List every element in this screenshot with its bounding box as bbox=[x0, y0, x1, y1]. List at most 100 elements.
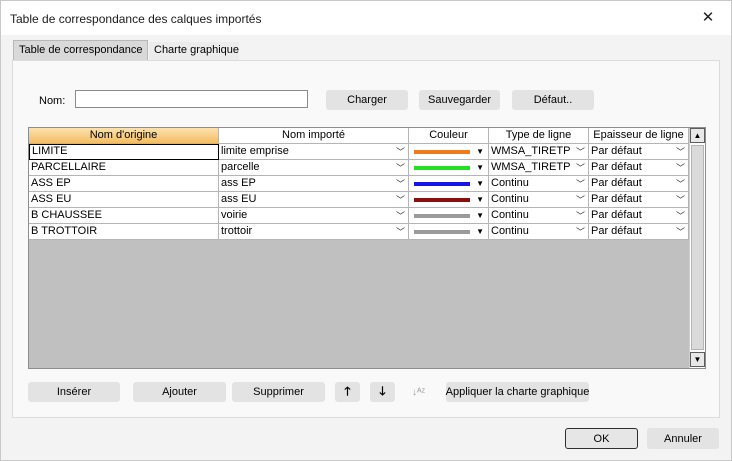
ok-button[interactable]: OK bbox=[565, 428, 638, 449]
thickness-select[interactable]: Par défaut ﹀ bbox=[589, 208, 689, 224]
color-swatch bbox=[414, 150, 470, 154]
linetype-select[interactable]: Continu ﹀ bbox=[489, 208, 589, 224]
apply-charter-button[interactable]: Appliquer la charte graphique bbox=[446, 382, 589, 402]
thickness-text: Par défaut bbox=[591, 193, 642, 205]
name-label: Nom: bbox=[39, 95, 66, 107]
linetype-select[interactable]: WMSA_TIRETP ﹀ bbox=[489, 160, 589, 176]
color-swatch bbox=[414, 198, 470, 202]
color-picker[interactable]: ▼ bbox=[409, 224, 489, 240]
color-swatch bbox=[414, 214, 470, 218]
tab-graphic-charter[interactable]: Charte graphique bbox=[149, 42, 239, 60]
thickness-select[interactable]: Par défaut ﹀ bbox=[589, 144, 689, 160]
imported-name-select[interactable]: ass EU ﹀ bbox=[219, 192, 409, 208]
chevron-down-icon: ﹀ bbox=[395, 211, 405, 221]
thickness-select[interactable]: Par défaut ﹀ bbox=[589, 192, 689, 208]
window-title: Table de correspondance des calques impo… bbox=[10, 12, 262, 26]
imported-name-text: parcelle bbox=[221, 161, 260, 173]
imported-name-text: ass EP bbox=[221, 177, 256, 189]
default-button[interactable]: Défaut.. bbox=[512, 90, 594, 110]
vertical-scrollbar[interactable]: ▲ ▼ bbox=[689, 128, 705, 368]
linetype-text: Continu bbox=[491, 209, 529, 221]
imported-name-select[interactable]: limite emprise ﹀ bbox=[219, 144, 409, 160]
table-row: ASS EU ass EU ﹀ ▼ Continu ﹀ Par défaut ﹀ bbox=[29, 192, 689, 208]
thickness-text: Par défaut bbox=[591, 225, 642, 237]
origin-name-cell[interactable]: ASS EP bbox=[29, 176, 219, 192]
delete-button[interactable]: Supprimer bbox=[232, 382, 325, 402]
color-picker[interactable]: ▼ bbox=[409, 192, 489, 208]
linetype-select[interactable]: WMSA_TIRETP ﹀ bbox=[489, 144, 589, 160]
chevron-down-icon: ﹀ bbox=[395, 163, 405, 173]
triangle-up-icon[interactable]: ▲ bbox=[690, 128, 705, 143]
chevron-down-icon: ﹀ bbox=[395, 195, 405, 205]
chevron-down-icon: ﹀ bbox=[395, 227, 405, 237]
linetype-text: WMSA_TIRETP bbox=[491, 145, 571, 157]
chevron-down-icon: ﹀ bbox=[675, 227, 685, 237]
linetype-text: Continu bbox=[491, 177, 529, 189]
table-row: LIMITE limite emprise ﹀ ▼ WMSA_TIRETP ﹀ Pa… bbox=[29, 144, 689, 160]
origin-name-cell[interactable]: LIMITE bbox=[29, 144, 219, 160]
imported-name-text: voirie bbox=[221, 209, 248, 221]
color-picker[interactable]: ▼ bbox=[409, 160, 489, 176]
chevron-down-icon: ﹀ bbox=[575, 227, 585, 237]
column-header-color[interactable]: Couleur bbox=[409, 128, 489, 144]
linetype-select[interactable]: Continu ﹀ bbox=[489, 192, 589, 208]
imported-name-select[interactable]: parcelle ﹀ bbox=[219, 160, 409, 176]
load-button[interactable]: Charger bbox=[326, 90, 408, 110]
insert-button[interactable]: Insérer bbox=[28, 382, 120, 402]
dropdown-triangle-icon: ▼ bbox=[476, 227, 484, 236]
thickness-text: Par défaut bbox=[591, 161, 642, 173]
add-button[interactable]: Ajouter bbox=[133, 382, 226, 402]
dropdown-triangle-icon: ▼ bbox=[476, 179, 484, 188]
chevron-down-icon: ﹀ bbox=[575, 147, 585, 157]
imported-name-text: ass EU bbox=[221, 193, 257, 205]
origin-name-cell[interactable]: ASS EU bbox=[29, 192, 219, 208]
chevron-down-icon: ﹀ bbox=[675, 179, 685, 189]
imported-name-select[interactable]: voirie ﹀ bbox=[219, 208, 409, 224]
column-header-origin[interactable]: Nom d'origine bbox=[29, 128, 219, 144]
name-input[interactable] bbox=[75, 90, 308, 108]
origin-name-cell[interactable]: B TROTTOIR bbox=[29, 224, 219, 240]
chevron-down-icon: ﹀ bbox=[675, 195, 685, 205]
thickness-select[interactable]: Par défaut ﹀ bbox=[589, 224, 689, 240]
thickness-text: Par défaut bbox=[591, 145, 642, 157]
origin-name-cell[interactable]: PARCELLAIRE bbox=[29, 160, 219, 176]
thickness-select[interactable]: Par défaut ﹀ bbox=[589, 160, 689, 176]
color-picker[interactable]: ▼ bbox=[409, 144, 489, 160]
triangle-down-icon[interactable]: ▼ bbox=[690, 352, 705, 367]
linetype-select[interactable]: Continu ﹀ bbox=[489, 224, 589, 240]
tab-correspondence-table[interactable]: Table de correspondance bbox=[13, 40, 148, 61]
linetype-text: Continu bbox=[491, 193, 529, 205]
imported-name-text: trottoir bbox=[221, 225, 253, 237]
chevron-down-icon: ﹀ bbox=[575, 163, 585, 173]
sort-az-icon[interactable]: ↓ᴬᶻ bbox=[406, 382, 431, 402]
imported-name-select[interactable]: ass EP ﹀ bbox=[219, 176, 409, 192]
column-header-thickness[interactable]: Epaisseur de ligne bbox=[589, 128, 689, 144]
chevron-down-icon: ﹀ bbox=[575, 211, 585, 221]
thickness-select[interactable]: Par défaut ﹀ bbox=[589, 176, 689, 192]
origin-name-cell[interactable]: B CHAUSSEE bbox=[29, 208, 219, 224]
column-header-linetype[interactable]: Type de ligne bbox=[489, 128, 589, 144]
table-row: B TROTTOIR trottoir ﹀ ▼ Continu ﹀ Par défa… bbox=[29, 224, 689, 240]
dropdown-triangle-icon: ▼ bbox=[476, 211, 484, 220]
linetype-text: WMSA_TIRETP bbox=[491, 161, 571, 173]
color-picker[interactable]: ▼ bbox=[409, 208, 489, 224]
dropdown-triangle-icon: ▼ bbox=[476, 147, 484, 156]
color-swatch bbox=[414, 166, 470, 170]
chevron-down-icon: ﹀ bbox=[395, 147, 405, 157]
dropdown-triangle-icon: ▼ bbox=[476, 163, 484, 172]
linetype-select[interactable]: Continu ﹀ bbox=[489, 176, 589, 192]
thickness-text: Par défaut bbox=[591, 177, 642, 189]
color-picker[interactable]: ▼ bbox=[409, 176, 489, 192]
save-button[interactable]: Sauvegarder bbox=[419, 90, 500, 110]
table-row: B CHAUSSEE voirie ﹀ ▼ Continu ﹀ Par défaut… bbox=[29, 208, 689, 224]
cancel-button[interactable]: Annuler bbox=[647, 428, 719, 449]
arrow-down-icon[interactable]: 🡓 bbox=[370, 382, 395, 402]
chevron-down-icon: ﹀ bbox=[575, 179, 585, 189]
imported-name-select[interactable]: trottoir ﹀ bbox=[219, 224, 409, 240]
arrow-up-icon[interactable]: 🡑 bbox=[335, 382, 360, 402]
chevron-down-icon: ﹀ bbox=[675, 147, 685, 157]
column-header-imported[interactable]: Nom importé bbox=[219, 128, 409, 144]
scrollbar-thumb[interactable] bbox=[691, 145, 704, 350]
close-icon[interactable]: ✕ bbox=[685, 1, 731, 33]
title-bar: Table de correspondance des calques impo… bbox=[1, 1, 731, 35]
